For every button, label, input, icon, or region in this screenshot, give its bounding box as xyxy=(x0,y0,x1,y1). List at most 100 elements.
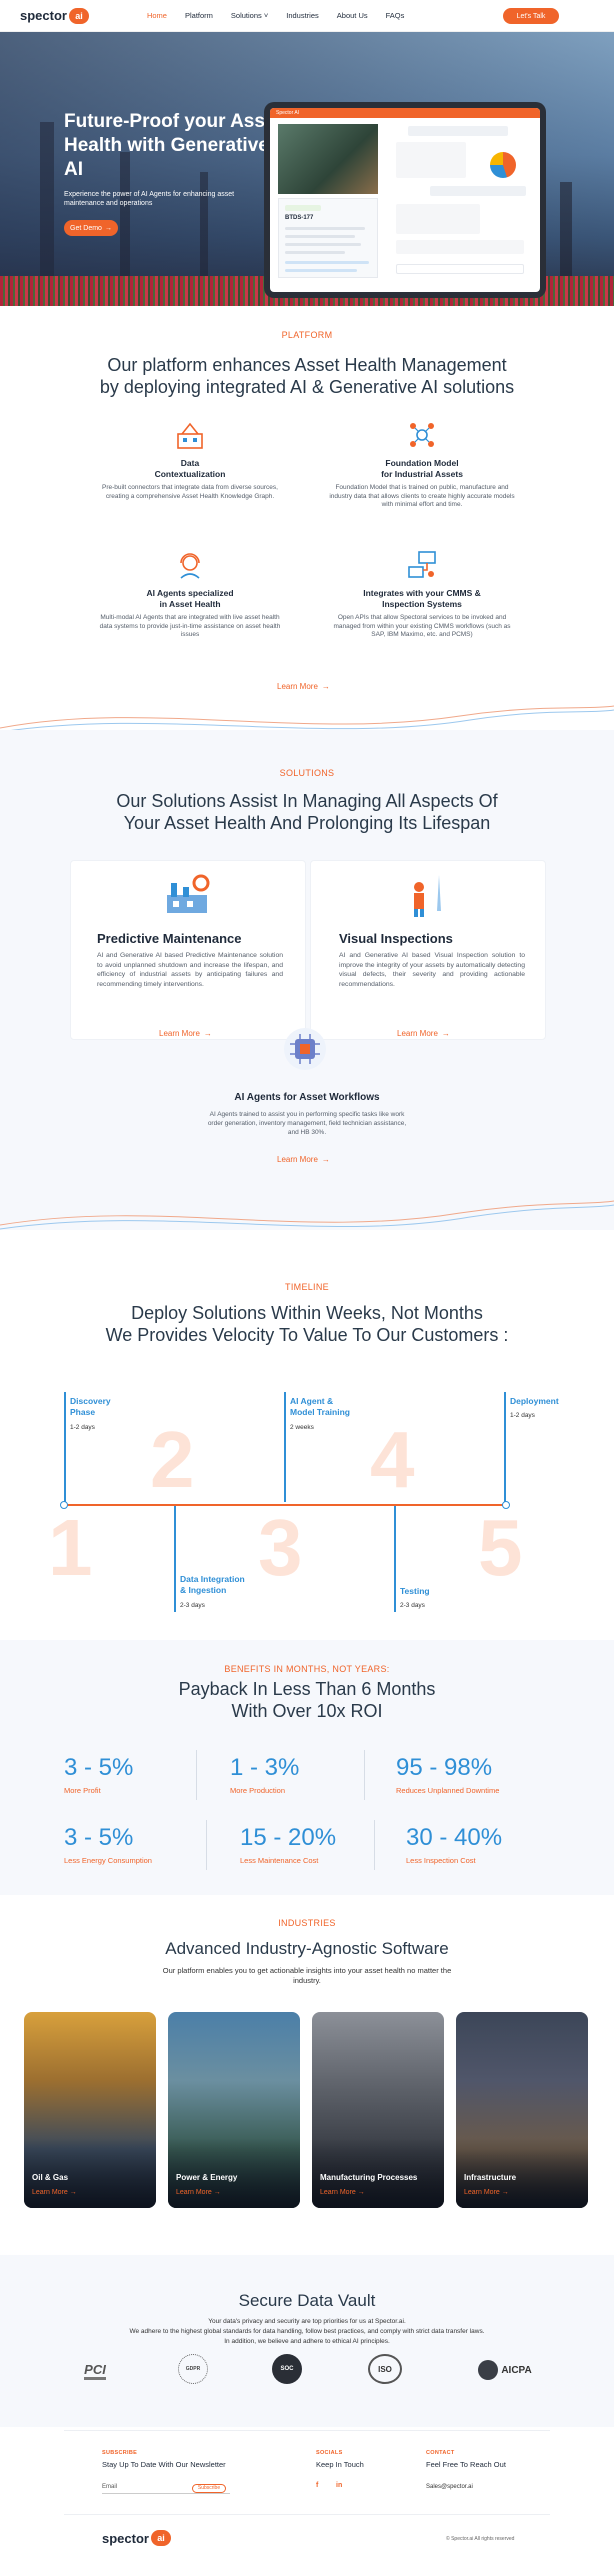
timeline-step-number: 5 xyxy=(478,1503,523,1592)
industry-name: Oil & Gas xyxy=(32,2173,69,2182)
nav-about-us[interactable]: About Us xyxy=(337,11,368,20)
arrow-right-icon: → xyxy=(321,682,330,691)
benefits-title-line1: Payback In Less Than 6 Months xyxy=(178,1679,436,1699)
industries-subtitle: Our platform enables you to get actionab… xyxy=(162,1966,452,1985)
feature-foundation-model: Foundation Model for Industrial Assets F… xyxy=(327,418,517,510)
nav-solutions[interactable]: Solutions ˅ xyxy=(231,11,268,20)
timeline-step-label: Data Integration xyxy=(180,1574,245,1584)
industry-learn-more-link[interactable]: Learn More → xyxy=(320,2189,365,2196)
factory-icon xyxy=(177,422,203,449)
arrow-right-icon: → xyxy=(321,1155,330,1164)
chat-input[interactable] xyxy=(396,264,524,274)
stat-divider xyxy=(364,1750,365,1800)
facebook-icon[interactable]: f xyxy=(316,2482,318,2489)
section-divider-wave xyxy=(0,1200,614,1230)
timeline-step-label: AI Agent & xyxy=(290,1396,334,1406)
info-line xyxy=(285,251,345,254)
nav-faqs[interactable]: FAQs xyxy=(386,11,405,20)
timeline-step-label: Deployment xyxy=(510,1396,559,1406)
arrow-right-icon: → xyxy=(441,1029,450,1038)
logo[interactable]: spector ai xyxy=(20,7,89,24)
platform-title-line2: by deploying integrated AI & Generative … xyxy=(99,377,515,397)
logo-text: spector xyxy=(20,8,67,23)
timeline-step-duration: 2-3 days xyxy=(400,1602,425,1609)
iso-badge-icon: ISO xyxy=(368,2354,402,2384)
solution-title: Predictive Maintenance xyxy=(97,931,242,946)
stat-divider xyxy=(196,1750,197,1800)
footer-logo[interactable]: spector ai xyxy=(102,2530,171,2546)
stat-label: Less Energy Consumption xyxy=(64,1856,152,1865)
hero-title: Future-Proof your Asset Health with Gene… xyxy=(64,111,282,180)
timeline-step-duration: 2 weeks xyxy=(290,1424,314,1431)
learn-more-label: Learn More xyxy=(159,1029,200,1038)
benefits-tag: BENEFITS IN MONTHS, NOT YEARS: xyxy=(224,1664,390,1674)
nav-platform[interactable]: Platform xyxy=(185,11,213,20)
ai-chip-icon xyxy=(284,1028,326,1070)
lets-talk-button[interactable]: Let's Talk xyxy=(503,8,559,24)
arrow-right-icon: → xyxy=(104,224,112,232)
stat-value: 3 - 5% xyxy=(64,1824,134,1851)
main-nav: Home Platform Solutions ˅ Industries Abo… xyxy=(147,11,404,20)
industry-card-power-energy[interactable]: Power & Energy Learn More → xyxy=(168,2012,300,2208)
stat-value: 30 - 40% xyxy=(406,1824,503,1851)
learn-more-label: Learn More xyxy=(277,1155,318,1164)
vault-line1: Your data's privacy and security are top… xyxy=(208,2318,406,2325)
timeline-step-number: 3 xyxy=(258,1503,303,1592)
industry-learn-more-link[interactable]: Learn More → xyxy=(464,2189,509,2196)
nav-industries[interactable]: Industries xyxy=(286,11,319,20)
solution-learn-more-link[interactable]: Learn More → xyxy=(159,1029,212,1038)
stat-label: More Profit xyxy=(64,1786,101,1795)
contact-heading: Feel Free To Reach Out xyxy=(426,2460,506,2469)
inspector-illustration-icon xyxy=(414,875,441,917)
chat-panel xyxy=(390,122,528,282)
stat-value: 95 - 98% xyxy=(396,1754,493,1781)
stat-label: Less Maintenance Cost xyxy=(240,1856,319,1865)
feature-cmms-integration: Integrates with your CMMS & Inspection S… xyxy=(327,548,517,640)
ai-agents-learn-more-link[interactable]: Learn More → xyxy=(277,1155,330,1164)
timeline-step-label: Phase xyxy=(70,1407,96,1417)
subscribe-button[interactable]: Subscribe xyxy=(192,2484,226,2493)
feature-title-line2: for Industrial Assets xyxy=(381,469,463,479)
stat-less-maintenance-cost: 15 - 20% Less Maintenance Cost xyxy=(240,1824,410,1865)
timeline-title-line2: We Provides Velocity To Value To Our Cus… xyxy=(105,1325,509,1345)
timeline-step-line xyxy=(174,1506,176,1612)
arrow-right-icon: → xyxy=(203,1029,212,1038)
pci-badge-icon: PCI xyxy=(78,2356,112,2386)
stat-reduces-downtime: 95 - 98% Reduces Unplanned Downtime xyxy=(396,1754,566,1795)
learn-more-label: Learn More xyxy=(320,2189,356,2196)
feature-title-line2: in Asset Health xyxy=(159,599,221,609)
feature-title-line1: AI Agents specialized xyxy=(146,588,234,598)
platform-tag: PLATFORM xyxy=(281,330,333,340)
timeline-step-number: 1 xyxy=(48,1503,93,1592)
linkedin-icon[interactable]: in xyxy=(336,2482,342,2489)
timeline-step-duration: 2-3 days xyxy=(180,1602,205,1609)
headset-agent-icon xyxy=(180,553,200,579)
tablet-mockup: Spector AI BTDS-177 xyxy=(264,102,546,298)
industry-card-oil-gas[interactable]: Oil & Gas Learn More → xyxy=(24,2012,156,2208)
vault-line2: We adhere to the highest global standard… xyxy=(129,2328,485,2335)
feature-data-contextualization: Data Contextualization Pre-built connect… xyxy=(95,418,285,501)
get-demo-button[interactable]: Get Demo → xyxy=(64,220,118,236)
timeline-axis xyxy=(64,1504,506,1506)
contact-email-link[interactable]: Sales@spector.ai xyxy=(426,2484,473,2490)
timeline-step-line xyxy=(284,1392,286,1502)
industry-learn-more-link[interactable]: Learn More → xyxy=(176,2189,221,2196)
socials-tag: SOCIALS xyxy=(316,2450,343,2456)
platform-learn-more-link[interactable]: Learn More → xyxy=(277,682,330,691)
industry-name: Infrastructure xyxy=(464,2173,517,2182)
solution-learn-more-link[interactable]: Learn More → xyxy=(397,1029,450,1038)
timeline-step-number: 4 xyxy=(370,1415,415,1504)
stat-value: 3 - 5% xyxy=(64,1754,134,1781)
chat-bubble xyxy=(396,240,524,254)
status-badge xyxy=(285,205,321,211)
industry-card-infrastructure[interactable]: Infrastructure Learn More → xyxy=(456,2012,588,2208)
industry-card-manufacturing[interactable]: Manufacturing Processes Learn More → xyxy=(312,2012,444,2208)
nav-home[interactable]: Home xyxy=(147,11,167,20)
stat-more-profit: 3 - 5% More Profit xyxy=(64,1754,234,1795)
logo-badge: ai xyxy=(68,7,89,24)
pie-chart-widget xyxy=(490,152,516,178)
industry-learn-more-link[interactable]: Learn More → xyxy=(32,2189,77,2196)
asset-info-card: BTDS-177 xyxy=(278,198,378,278)
chat-bubble xyxy=(408,126,508,136)
solution-title: Visual Inspections xyxy=(339,931,453,946)
